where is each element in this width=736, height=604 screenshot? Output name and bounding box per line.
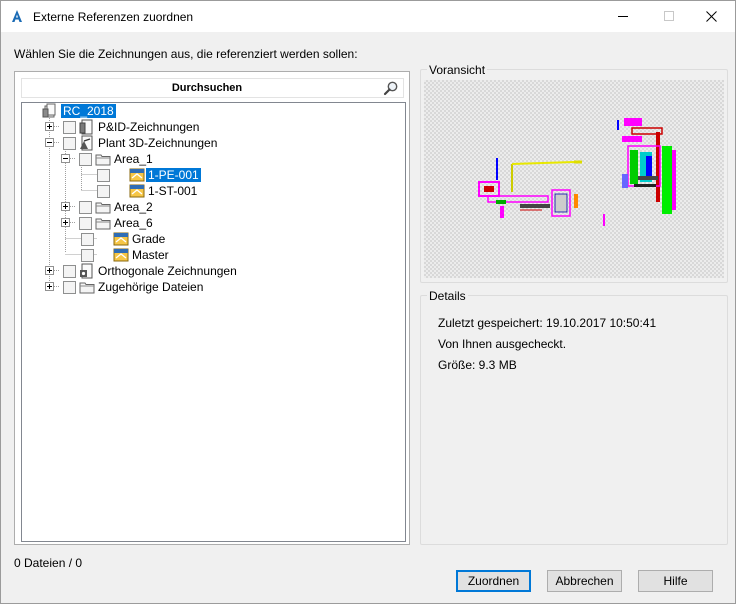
- preview-group: Voransicht: [420, 63, 728, 283]
- tree-node-label: Area_2: [114, 200, 153, 214]
- plant-layout-thumbnail: [478, 118, 676, 226]
- maximize-icon: [664, 11, 674, 21]
- tree-node-label: 1-ST-001: [148, 184, 198, 198]
- dwg-file-icon: [129, 184, 145, 198]
- file-count-status: 0 Dateien / 0: [14, 556, 83, 570]
- close-button[interactable]: [689, 1, 735, 32]
- autocad-a-icon: [12, 10, 22, 22]
- close-icon: [706, 11, 717, 22]
- folder-icon: [95, 202, 111, 214]
- expand-button[interactable]: [61, 218, 70, 227]
- tree-node-label: Grade: [132, 232, 166, 246]
- tree-node-label: 1-PE-001: [145, 167, 202, 183]
- tree-node-label: Zugehörige Dateien: [98, 280, 204, 294]
- tree-node-label: Plant 3D-Zeichnungen: [98, 136, 218, 150]
- dialog-window: Externe Referenzen zuordnen Wählen Sie d…: [0, 0, 736, 604]
- tree-node-label: Area_1: [114, 152, 153, 166]
- checkbox[interactable]: [79, 201, 92, 214]
- ortho-drawings-icon: [80, 263, 93, 279]
- folder-icon: [95, 154, 111, 166]
- maximize-button: [647, 1, 693, 32]
- window-title: Externe Referenzen zuordnen: [33, 10, 194, 24]
- drawing-selection-panel: Durchsuchen RC_2018 P&ID-Zeichnungen Pla…: [14, 71, 410, 545]
- last-saved-text: Zuletzt gespeichert: 19.10.2017 10:50:41: [438, 316, 657, 330]
- checkbox[interactable]: [79, 153, 92, 166]
- preview-title: Voransicht: [427, 63, 488, 77]
- tree-node-label: Master: [132, 248, 169, 262]
- plant3d-drawings-icon: [80, 135, 93, 151]
- instruction-text: Wählen Sie die Zeichnungen aus, die refe…: [14, 47, 358, 61]
- expand-button[interactable]: [45, 282, 54, 291]
- assign-button[interactable]: Zuordnen: [456, 570, 531, 592]
- expand-button[interactable]: [45, 266, 54, 275]
- folder-icon: [79, 282, 95, 294]
- folder-icon: [95, 218, 111, 230]
- checked-out-text: Von Ihnen ausgecheckt.: [438, 337, 567, 351]
- details-group: Details Zuletzt gespeichert: 19.10.2017 …: [420, 289, 728, 545]
- browse-label: Durchsuchen: [171, 82, 243, 94]
- checkbox[interactable]: [97, 169, 110, 182]
- tree-node-label: Orthogonale Zeichnungen: [98, 264, 237, 278]
- magnifier-icon: [383, 81, 398, 96]
- details-title: Details: [427, 289, 468, 303]
- expand-button[interactable]: [61, 202, 70, 211]
- drawing-tree[interactable]: RC_2018 P&ID-Zeichnungen Plant 3D-Zeichn…: [21, 102, 406, 542]
- minimize-icon: [618, 16, 628, 17]
- dwg-file-icon: [129, 168, 145, 182]
- file-size-text: Größe: 9.3 MB: [438, 358, 517, 372]
- pid-drawings-icon: [79, 119, 93, 135]
- checkbox[interactable]: [63, 265, 76, 278]
- tree-node-label: P&ID-Zeichnungen: [98, 120, 200, 134]
- cancel-button[interactable]: Abbrechen: [547, 570, 622, 592]
- dwg-file-icon: [113, 248, 129, 262]
- expand-button[interactable]: [45, 122, 54, 131]
- tree-node-label: Area_6: [114, 216, 153, 230]
- checkbox[interactable]: [63, 121, 76, 134]
- drawing-preview: [424, 80, 724, 278]
- project-icon: [42, 103, 56, 118]
- help-button[interactable]: Hilfe: [638, 570, 713, 592]
- collapse-button[interactable]: [61, 154, 70, 163]
- checkbox[interactable]: [81, 233, 94, 246]
- checkbox[interactable]: [63, 281, 76, 294]
- checkbox[interactable]: [81, 249, 94, 262]
- collapse-button[interactable]: [45, 138, 54, 147]
- checkbox[interactable]: [79, 217, 92, 230]
- tree-node-label: RC_2018: [60, 103, 117, 119]
- minimize-button[interactable]: [601, 1, 647, 32]
- checkbox[interactable]: [63, 137, 76, 150]
- browse-button[interactable]: Durchsuchen: [21, 78, 404, 98]
- checkbox[interactable]: [97, 185, 110, 198]
- dwg-file-icon: [113, 232, 129, 246]
- title-bar[interactable]: Externe Referenzen zuordnen: [1, 1, 735, 32]
